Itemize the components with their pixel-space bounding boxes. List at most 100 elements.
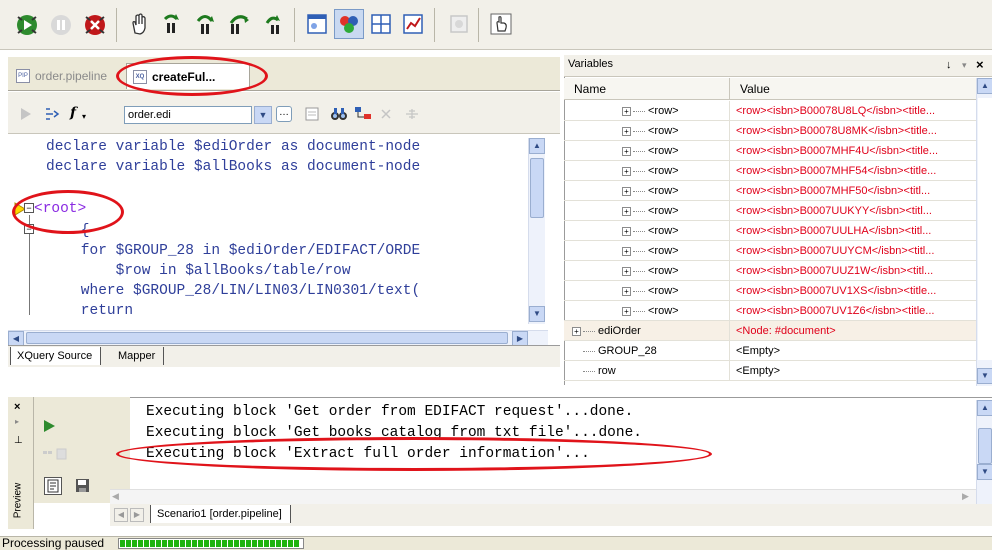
expand-icon[interactable]: + [622,186,631,196]
save-icon[interactable] [74,477,92,495]
variable-row[interactable]: + <row> <row><isbn>B00078U8MK</isbn><title… [564,121,976,141]
scroll-track[interactable] [978,98,992,360]
tab-mapper[interactable]: Mapper [112,347,165,365]
pointer-icon[interactable] [486,9,516,39]
variable-row[interactable]: + <row> <row><isbn>B0007MHF54</isbn><title… [564,161,976,181]
chevron-down-icon[interactable]: ▼ [254,106,272,124]
disabled-icon[interactable] [444,9,474,39]
variable-row[interactable]: + <row> <row><isbn>B0007UV1Z6</isbn><title… [564,301,976,321]
progress-block [210,540,215,547]
progress-block [204,540,209,547]
expand-icon[interactable]: + [622,126,631,136]
scroll-thumb[interactable] [978,428,992,464]
progress-block [222,540,227,547]
expand-icon[interactable]: + [622,166,631,176]
run-to-cursor-icon[interactable] [258,9,288,39]
column-value[interactable]: Value [730,78,976,100]
document-view-icon[interactable] [44,477,62,495]
pin-icon[interactable]: ↓ [946,59,952,71]
chart-icon[interactable] [398,9,428,39]
scroll-up-icon[interactable]: ▲ [977,78,992,94]
preview-label[interactable]: Preview [12,483,23,519]
function-dropdown-icon[interactable]: ▾ [82,112,86,121]
play-icon[interactable] [18,106,34,122]
arrow-icon[interactable]: ▸ [15,417,19,426]
column-name[interactable]: Name [564,78,730,100]
tab-scroll-right-icon[interactable]: ▶ [130,508,144,522]
collapse-icon[interactable]: − [24,224,34,234]
variable-row[interactable]: + <row> <row><isbn>B0007UUKYY</isbn><titl.… [564,201,976,221]
tab-xquery-source[interactable]: XQuery Source [10,347,102,365]
expand-icon[interactable]: + [572,326,581,336]
step-over-icon[interactable] [190,9,220,39]
disabled-icon [378,106,394,122]
tree-connector [633,230,645,232]
code-line: $row in $allBooks/table/row [46,263,351,279]
stop-icon[interactable] [80,9,110,39]
variable-row[interactable]: + <row> <row><isbn>B0007MHF50</isbn><titl.… [564,181,976,201]
expand-icon[interactable]: + [622,286,631,296]
variable-row[interactable]: row <Empty> [564,361,976,381]
close-icon[interactable]: × [14,401,20,413]
xquery-editor[interactable]: declare variable $ediOrder as document-n… [8,135,560,330]
document-icon[interactable] [304,106,320,122]
tab-createfull[interactable]: XQ createFul... [126,63,250,89]
function-icon[interactable]: f [70,105,76,121]
scroll-down-icon[interactable]: ▼ [977,464,992,480]
variable-row[interactable]: + <row> <row><isbn>B0007MHF4U</isbn><title… [564,141,976,161]
expand-icon[interactable]: + [622,246,631,256]
variable-row[interactable]: + <row> <row><isbn>B0007UUYCM</isbn><titl.… [564,241,976,261]
variable-row[interactable]: + ediOrder <Node: #document> [564,321,976,341]
scroll-right-icon[interactable]: ▶ [962,491,969,502]
scroll-thumb[interactable] [530,158,544,218]
step-out-icon[interactable] [224,9,254,39]
collapse-icon[interactable]: − [24,203,34,213]
output-horizontal-scrollbar[interactable]: ◀ ▶ [110,489,976,504]
xpath-icon[interactable] [44,106,60,122]
scroll-down-icon[interactable]: ▼ [529,306,545,322]
tree-icon[interactable] [354,105,372,123]
expand-icon[interactable]: + [622,146,631,156]
expand-icon[interactable]: + [622,206,631,216]
variable-row[interactable]: + <row> <row><isbn>B0007UULHA</isbn><titl.… [564,221,976,241]
scroll-up-icon[interactable]: ▲ [529,138,545,154]
binoculars-icon[interactable] [330,105,348,123]
browse-button[interactable]: … [276,106,292,122]
output-log[interactable]: Executing block 'Get order from EDIFACT … [146,402,966,465]
step-into-icon[interactable] [156,9,186,39]
hand-icon[interactable] [124,9,154,39]
variable-row[interactable]: + <row> <row><isbn>B00078U8LQ</isbn><title… [564,101,976,121]
palette-icon[interactable] [334,9,364,39]
scroll-left-icon[interactable]: ◀ [112,491,119,502]
file-select[interactable]: order.edi [124,106,252,124]
tab-scroll-left-icon[interactable]: ◀ [114,508,128,522]
editor-vertical-scrollbar[interactable]: ▲ ▼ [528,138,545,324]
run-icon[interactable] [12,9,42,39]
scroll-thumb[interactable] [26,332,508,344]
variable-name: <row> [648,265,679,277]
dropdown-icon[interactable]: ▾ [962,60,967,71]
variables-vertical-scrollbar[interactable]: ▲ ▼ [976,78,992,386]
window-icon[interactable] [302,9,332,39]
pin-icon[interactable]: ⊥ [14,435,23,446]
variable-row[interactable]: + <row> <row><isbn>B0007UV1XS</isbn><title… [564,281,976,301]
layout-icon[interactable] [366,9,396,39]
editor-tabstrip: PIP order.pipeline XQ createFul... [8,57,560,91]
variable-row[interactable]: GROUP_28 <Empty> [564,341,976,361]
scroll-down-icon[interactable]: ▼ [977,368,992,384]
expand-icon[interactable]: + [622,266,631,276]
expand-icon[interactable]: + [622,106,631,116]
variable-value: <row><isbn>B0007MHF4U</isbn><title... [736,145,939,157]
play-icon[interactable] [42,419,56,433]
output-vertical-scrollbar[interactable]: ▲ ▼ [976,400,992,504]
variable-row[interactable]: + <row> <row><isbn>B0007UUZ1W</isbn><titl.… [564,261,976,281]
pause-icon[interactable] [46,9,76,39]
expand-icon[interactable]: + [622,306,631,316]
tab-scenario1[interactable]: Scenario1 [order.pipeline] [150,505,291,523]
scroll-up-icon[interactable]: ▲ [977,400,992,416]
close-icon[interactable]: × [976,57,984,72]
editor-horizontal-scrollbar[interactable]: ◀ ▶ [8,330,548,347]
expand-icon[interactable]: + [622,226,631,236]
tab-order-pipeline[interactable]: PIP order.pipeline [10,63,122,89]
variable-name: <row> [648,165,679,177]
